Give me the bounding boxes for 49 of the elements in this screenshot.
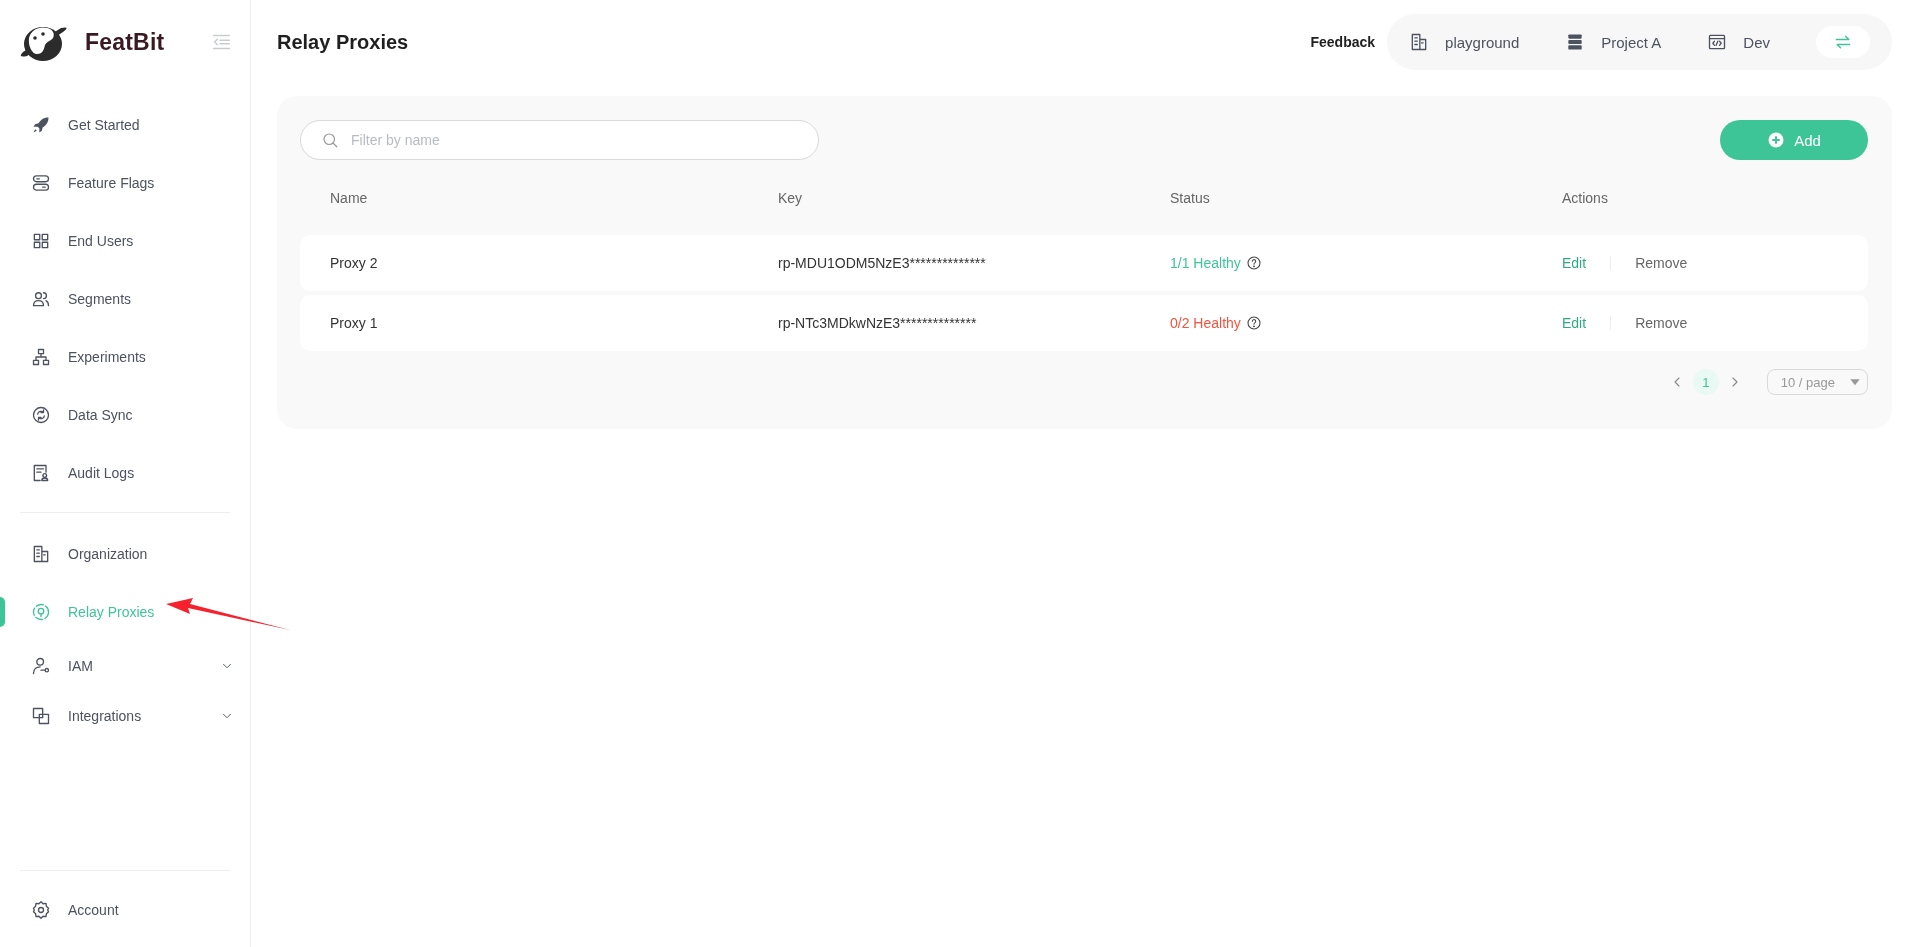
nav-item[interactable]: Experiments [0, 328, 250, 386]
hierarchy-icon [31, 347, 51, 367]
help-icon [1245, 315, 1262, 331]
nav-item[interactable]: Integrations [0, 691, 250, 741]
column-header: Actions [1562, 189, 1609, 206]
column-header: Name [330, 189, 369, 206]
user-key-icon [31, 656, 51, 676]
active-indicator [0, 597, 5, 627]
document-icon [31, 463, 51, 483]
settings-icon [31, 900, 51, 920]
nav-item[interactable]: Get Started [0, 96, 250, 154]
nav-item[interactable]: Feature Flags [0, 154, 250, 212]
code-window-icon [1707, 32, 1728, 52]
grid-icon [31, 231, 51, 251]
nav-item[interactable]: Organization [0, 525, 250, 583]
users-icon [31, 289, 51, 309]
status-text: 0/2 Healthy [1170, 315, 1241, 331]
rocket-icon [31, 115, 51, 135]
column-header: Key [778, 189, 804, 206]
remove-link[interactable]: Remove [1635, 255, 1688, 271]
table-cell-text: rp-MDU1ODM5NzE3************** [778, 255, 987, 271]
squares-icon [31, 706, 51, 726]
nav-item[interactable]: Data Sync [0, 386, 250, 444]
nav-item[interactable]: Account [0, 881, 250, 939]
switch-button[interactable] [1816, 26, 1870, 58]
table-cell-text: Proxy 2 [330, 255, 379, 271]
search-field[interactable]: Filter by name [300, 120, 819, 160]
context-item[interactable]: Project A [1565, 32, 1662, 52]
toggle-icon [31, 173, 51, 193]
building-icon [31, 544, 51, 564]
brand-name: FeatBit [85, 28, 166, 56]
page-title: Relay Proxies [277, 30, 410, 54]
table-cell-text: rp-NTc3MDkwNzE3************** [778, 315, 978, 331]
nav-item[interactable]: Audit Logs [0, 444, 250, 502]
swap-icon [1833, 32, 1853, 52]
help-icon [1245, 255, 1262, 271]
nav-item[interactable]: Segments [0, 270, 250, 328]
sync-icon [31, 405, 51, 425]
column-header: Status [1170, 189, 1211, 206]
context-item[interactable]: playground [1409, 32, 1520, 52]
nav-item[interactable]: End Users [0, 212, 250, 270]
context-item[interactable]: Dev [1707, 32, 1770, 52]
nav-item[interactable]: IAM [0, 641, 250, 691]
remove-link[interactable]: Remove [1635, 315, 1688, 331]
plus-icon [1767, 131, 1786, 149]
table-cell-text: Proxy 1 [330, 315, 379, 331]
feedback-link[interactable]: Feedback [1310, 34, 1376, 50]
status-text: 1/1 Healthy [1170, 255, 1241, 271]
target-icon [31, 602, 51, 622]
